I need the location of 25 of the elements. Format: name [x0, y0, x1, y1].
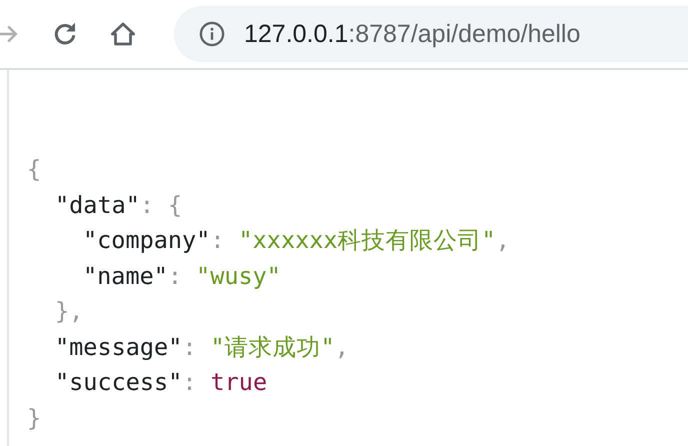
colon: : [182, 367, 196, 398]
close-brace: } [27, 402, 42, 434]
url-host: 127.0.0.1 [244, 20, 348, 48]
comma: , [496, 225, 510, 256]
colon: : [182, 332, 196, 362]
comma: , [69, 296, 84, 327]
address-bar[interactable]: 127.0.0.1:8787/api/demo/hello [174, 6, 688, 62]
json-key: "success" [55, 365, 182, 400]
close-brace: } [55, 296, 70, 327]
comma: , [334, 332, 349, 362]
colon: : [140, 190, 154, 220]
json-value: "请求成功" [210, 332, 335, 362]
url-path: :8787/api/demo/hello [348, 20, 580, 48]
json-value: true [210, 367, 268, 398]
json-value: "wusy" [196, 260, 281, 292]
json-value: "xxxxxx科技有限公司" [238, 225, 496, 256]
json-key: "name" [83, 258, 168, 294]
open-brace: { [168, 190, 182, 220]
json-key: "data" [55, 188, 140, 223]
colon: : [168, 260, 182, 292]
open-brace: { [27, 154, 42, 185]
json-key: "company" [83, 223, 210, 258]
info-icon [198, 20, 226, 48]
colon: : [210, 225, 224, 256]
json-key: "message" [55, 330, 182, 365]
